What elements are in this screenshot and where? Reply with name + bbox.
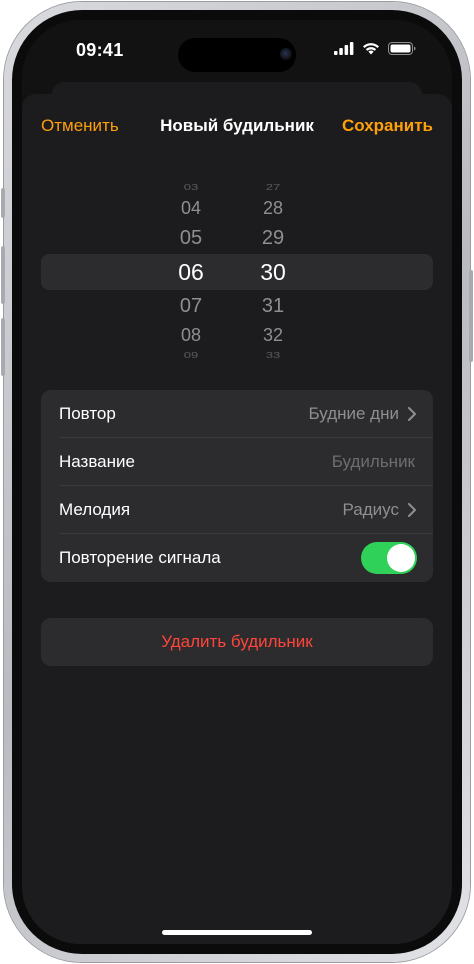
name-field[interactable]: Будильник bbox=[332, 452, 415, 472]
snooze-row: Повторение сигнала bbox=[41, 534, 433, 582]
delete-alarm-button[interactable]: Удалить будильник bbox=[41, 618, 433, 666]
snooze-label: Повторение сигнала bbox=[59, 548, 221, 567]
picker-item: 32 bbox=[262, 325, 284, 345]
cellular-signal-icon bbox=[334, 42, 354, 55]
chevron-right-icon bbox=[408, 407, 416, 421]
volume-up-button bbox=[1, 246, 5, 304]
picker-item: 33 bbox=[265, 351, 281, 360]
chevron-right-icon bbox=[408, 503, 416, 517]
picker-item: 04 bbox=[180, 198, 202, 218]
repeat-value: Будние дни bbox=[308, 404, 399, 423]
status-time: 09:41 bbox=[76, 40, 124, 60]
sound-row[interactable]: Мелодия Радиус bbox=[41, 486, 433, 534]
volume-down-button bbox=[1, 318, 5, 376]
picker-item: 31 bbox=[261, 295, 285, 317]
dynamic-island bbox=[178, 38, 296, 72]
alarm-settings-group: Повтор Будние дни Название Будильник Мел… bbox=[41, 390, 433, 582]
selected-minute: 30 bbox=[260, 259, 286, 285]
picker-item: 09 bbox=[183, 351, 199, 360]
sound-value: Радиус bbox=[342, 500, 399, 519]
picker-item: 03 bbox=[183, 183, 199, 192]
repeat-row[interactable]: Повтор Будние дни bbox=[41, 390, 433, 438]
cancel-button[interactable]: Отменить bbox=[41, 116, 119, 136]
camera-icon bbox=[280, 48, 292, 60]
picker-selection-band bbox=[41, 254, 433, 290]
selected-hour: 06 bbox=[178, 259, 204, 285]
mute-switch bbox=[1, 188, 5, 218]
status-icons bbox=[334, 42, 416, 55]
picker-item: 29 bbox=[261, 227, 285, 249]
picker-item: 08 bbox=[180, 325, 202, 345]
name-label: Название bbox=[59, 452, 135, 471]
save-button[interactable]: Сохранить bbox=[342, 116, 433, 136]
screen: 09:41 Новый будильник Отменить Сохранить… bbox=[22, 20, 452, 944]
repeat-label: Повтор bbox=[59, 404, 116, 423]
snooze-toggle[interactable] bbox=[361, 542, 417, 574]
picker-item: 28 bbox=[262, 198, 284, 218]
delete-alarm-label: Удалить будильник bbox=[161, 632, 313, 651]
name-row[interactable]: Название Будильник bbox=[41, 438, 433, 486]
toggle-knob bbox=[387, 544, 415, 572]
picker-item: 07 bbox=[179, 295, 203, 317]
wifi-icon bbox=[363, 43, 379, 55]
power-button bbox=[469, 270, 473, 362]
sound-label: Мелодия bbox=[59, 500, 131, 519]
picker-item: 27 bbox=[265, 183, 281, 192]
battery-icon bbox=[388, 42, 416, 55]
picker-item: 05 bbox=[179, 227, 203, 249]
home-indicator[interactable] bbox=[162, 930, 312, 935]
